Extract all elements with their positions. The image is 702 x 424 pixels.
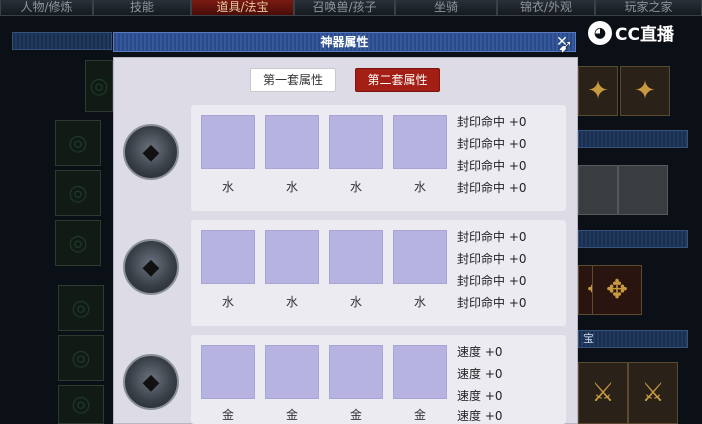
slot-element-label: 金 (349, 408, 362, 422)
background-inventory-slot: ◎ (55, 220, 101, 266)
element-slot[interactable] (329, 345, 383, 399)
mouse-cursor-icon: ➹ (558, 36, 574, 57)
tab-outfit[interactable]: 锦衣/外观 (497, 0, 595, 16)
element-slot[interactable] (393, 230, 447, 284)
background-item-icon: ⚔ (628, 362, 678, 424)
slot-element-label: 水 (413, 180, 426, 194)
slot-element-label: 水 (349, 180, 362, 194)
slot-element-label: 金 (413, 408, 426, 422)
element-slot[interactable] (265, 115, 319, 169)
tab-items[interactable]: 道具/法宝 (191, 0, 294, 16)
stat-line: 封印命中 +0 (457, 296, 527, 310)
background-panel-strip (578, 230, 688, 248)
slot-element-label: 水 (221, 295, 234, 309)
background-inventory-slot: ◎ (58, 335, 104, 381)
tab-second-attribute-set[interactable]: 第二套属性 (355, 68, 440, 92)
top-tab-bar: 人物/修炼 技能 道具/法宝 召唤兽/孩子 坐骑 锦衣/外观 玩家之家 (0, 0, 702, 17)
slot-element-label: 水 (285, 180, 298, 194)
stat-line: 封印命中 +0 (457, 115, 527, 129)
boot-icon[interactable]: ◆ (123, 354, 179, 410)
background-inventory-slot: ◎ (55, 170, 101, 216)
cc-logo-icon: ◕ (588, 20, 612, 45)
background-panel-strip (12, 32, 112, 50)
element-slot[interactable] (329, 230, 383, 284)
stat-line: 速度 +0 (457, 409, 503, 423)
stat-line: 封印命中 +0 (457, 159, 527, 173)
background-item-icon: ⚔ (578, 362, 628, 424)
background-panel-strip: 宝 (578, 330, 688, 348)
background-inventory-slot: ◎ (58, 285, 104, 331)
element-slot[interactable] (265, 345, 319, 399)
stat-line: 速度 +0 (457, 367, 503, 381)
stat-line: 封印命中 +0 (457, 274, 527, 288)
stat-line: 速度 +0 (457, 345, 503, 359)
element-slot[interactable] (393, 345, 447, 399)
dialog-title-bar: 神器属性 (113, 32, 576, 52)
helmet-icon[interactable]: ◆ (123, 124, 179, 180)
element-slot[interactable] (201, 345, 255, 399)
slot-element-label: 金 (285, 408, 298, 422)
tab-skills[interactable]: 技能 (93, 0, 191, 16)
background-panel-strip (578, 130, 688, 148)
stat-line: 封印命中 +0 (457, 181, 527, 195)
dialog-title: 神器属性 (320, 35, 369, 49)
slot-element-label: 水 (349, 295, 362, 309)
tab-mount[interactable]: 坐骑 (395, 0, 497, 16)
background-strip-label: 宝 (583, 332, 594, 345)
background-item-icon: ✥ (592, 265, 642, 315)
tab-home[interactable]: 玩家之家 (595, 0, 702, 16)
slot-element-label: 水 (413, 295, 426, 309)
slot-element-label: 水 (285, 295, 298, 309)
background-empty-slot (618, 165, 668, 215)
element-slot[interactable] (201, 115, 255, 169)
tab-first-attribute-set[interactable]: 第一套属性 (250, 68, 336, 92)
stat-line: 封印命中 +0 (457, 252, 527, 266)
slot-element-label: 金 (221, 408, 234, 422)
armor-icon[interactable]: ◆ (123, 239, 179, 295)
tab-character[interactable]: 人物/修炼 (0, 0, 93, 16)
background-item-icon: ✦ (578, 66, 618, 116)
cc-logo-text: CC直播 (615, 25, 674, 45)
stat-line: 封印命中 +0 (457, 137, 527, 151)
element-slot[interactable] (265, 230, 319, 284)
background-inventory-slot: ◎ (85, 60, 113, 112)
element-slot[interactable] (329, 115, 383, 169)
background-inventory-slot: ◎ (55, 120, 101, 166)
stat-line: 封印命中 +0 (457, 230, 527, 244)
element-slot[interactable] (393, 115, 447, 169)
background-empty-slot (578, 165, 618, 215)
slot-element-label: 水 (221, 180, 234, 194)
cc-live-logo: ◕ CC直播 (588, 20, 674, 45)
background-inventory-slot: ◎ (58, 385, 104, 424)
stat-line: 速度 +0 (457, 389, 503, 403)
background-item-icon: ✦ (620, 66, 670, 116)
tab-pets[interactable]: 召唤兽/孩子 (294, 0, 395, 16)
element-slot[interactable] (201, 230, 255, 284)
